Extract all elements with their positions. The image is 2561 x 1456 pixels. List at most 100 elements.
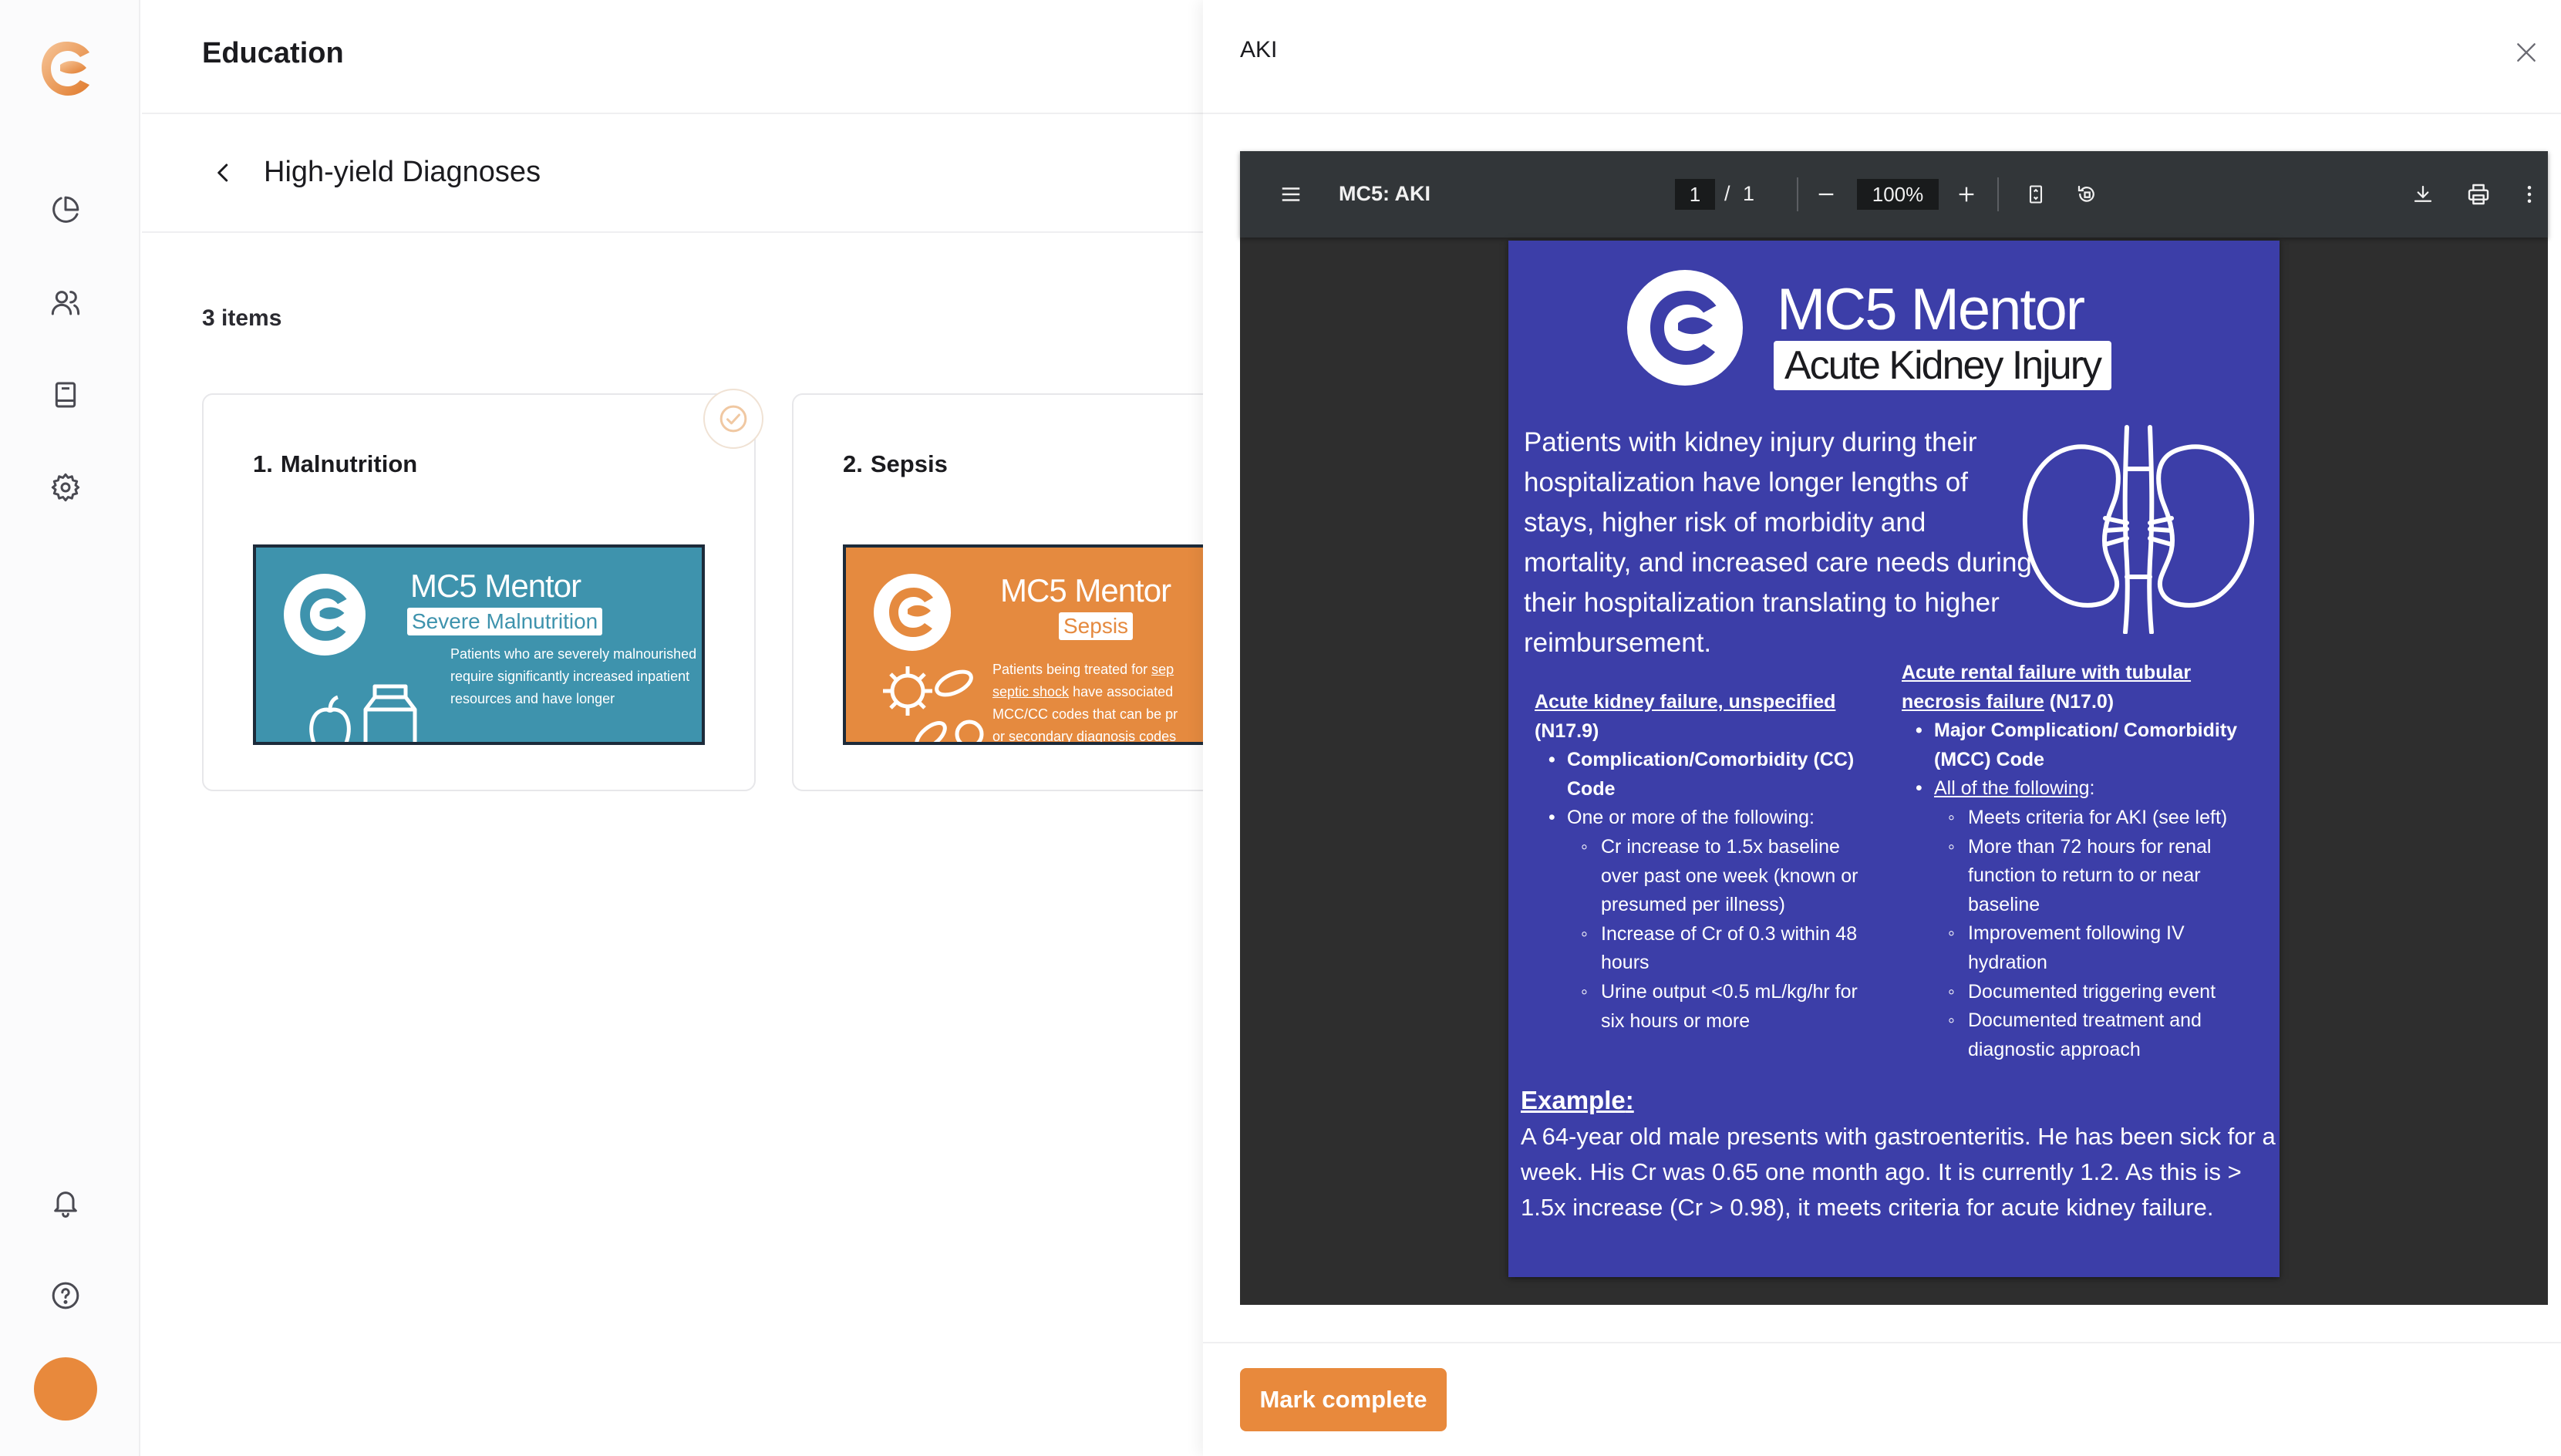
back-button[interactable] <box>205 154 242 191</box>
minus-icon <box>1815 184 1837 205</box>
zoom-in-button[interactable] <box>1945 173 1988 216</box>
download-button[interactable] <box>2401 173 2445 216</box>
download-icon <box>2411 183 2435 206</box>
fit-page-button[interactable] <box>2014 173 2057 216</box>
pie-chart-icon <box>50 194 81 225</box>
zoom-out-button[interactable] <box>1804 173 1848 216</box>
left-sub-3: Urine output <0.5 mL/kg/hr for six hours… <box>1535 978 1866 1036</box>
doc-left-column: Acute kidney failure, unspecified (N17.9… <box>1535 688 1866 1036</box>
thumb-link-1: sep <box>1151 662 1174 677</box>
nav-help[interactable] <box>44 1274 87 1317</box>
mc5-logo-icon <box>874 574 951 651</box>
pdf-toolbar: MC5: AKI / 1 <box>1240 151 2548 238</box>
app-logo[interactable] <box>37 37 96 100</box>
right-bullet-2-link: All of the following <box>1934 777 2090 800</box>
card-title-text: Malnutrition <box>280 450 418 477</box>
course-card-malnutrition[interactable]: 1. Malnutrition MC5 Mentor Severe Malnutr… <box>202 393 756 791</box>
left-heading: Acute kidney failure, unspecified <box>1535 691 1836 713</box>
example-colon: : <box>1625 1086 1634 1114</box>
footer-divider <box>1203 1342 2561 1343</box>
card-thumbnail: MC5 Mentor Severe Malnutrition Patients … <box>253 544 705 745</box>
right-sub-3: Improvement following IV hydration <box>1902 919 2249 977</box>
doc-intro: Patients with kidney injury during their… <box>1524 427 2032 658</box>
card-number: 2. <box>843 450 863 477</box>
section-title: High-yield Diagnoses <box>264 156 541 188</box>
right-sub-1: Meets criteria for AKI (see left) <box>1902 804 2249 833</box>
main-content: Education High-yield Diagnoses 3 items 1… <box>142 0 1346 1456</box>
bacteria-icon <box>883 666 984 742</box>
nav-people[interactable] <box>44 281 87 324</box>
page-title: Education <box>202 37 344 69</box>
rotate-icon <box>2075 183 2098 206</box>
food-icon <box>309 684 417 742</box>
thumb-title: MC5 Mentor <box>1000 572 1171 608</box>
rotate-button[interactable] <box>2065 173 2108 216</box>
section-header: High-yield Diagnoses <box>142 116 1203 233</box>
right-sub-5: Documented treatment and diagnostic appr… <box>1902 1006 2249 1064</box>
card-number: 1. <box>253 450 273 477</box>
plus-icon <box>1956 184 1977 205</box>
right-bullet-1: Major Complication/ Comorbidity (MCC) Co… <box>1902 716 2249 774</box>
close-button[interactable] <box>2509 35 2543 69</box>
user-avatar[interactable] <box>34 1357 97 1421</box>
document-drawer: AKI MC5: AKI / 1 <box>1203 0 2561 1456</box>
doc-example: Example: A 64-year old male presents wit… <box>1521 1083 2276 1225</box>
chevron-left-icon <box>212 161 235 184</box>
page-header: Education <box>142 0 1203 114</box>
thumb-title: MC5 Mentor <box>410 568 581 604</box>
mark-complete-button[interactable]: Mark complete <box>1240 1368 1447 1431</box>
nav-notifications[interactable] <box>44 1181 87 1225</box>
nav-settings[interactable] <box>44 466 87 509</box>
users-icon <box>50 287 81 318</box>
drawer-title: AKI <box>1240 37 1278 62</box>
nav-education[interactable] <box>44 373 87 416</box>
bell-icon <box>50 1188 81 1218</box>
thumb-subtitle: Severe Malnutrition <box>407 608 603 635</box>
example-label: Example <box>1521 1086 1626 1114</box>
hamburger-icon <box>1279 183 1302 206</box>
pdf-page-separator: / <box>1724 182 1730 205</box>
left-sub-1: Cr increase to 1.5x baseline over past o… <box>1535 833 1866 920</box>
left-bullet-1: Complication/Comorbidity (CC) Code <box>1535 746 1866 804</box>
thumb-text-1: Patients being treated for <box>992 662 1148 677</box>
card-title: 2. Sepsis <box>843 450 948 478</box>
completed-check-badge <box>703 389 763 449</box>
card-title: 1. Malnutrition <box>253 450 417 478</box>
thumb-link-2: septic shock <box>992 684 1070 699</box>
pdf-page: MC5 Mentor Acute Kidney Injury Patients … <box>1508 241 2280 1277</box>
pdf-page-total: 1 <box>1743 182 1755 205</box>
left-code: (N17.9) <box>1535 720 1599 742</box>
close-icon <box>2514 40 2539 65</box>
doc-subtitle: Acute Kidney Injury <box>1774 341 2112 390</box>
pdf-page-input[interactable] <box>1675 179 1715 210</box>
printer-icon <box>2466 182 2491 207</box>
nav-rail <box>0 0 140 1456</box>
print-button[interactable] <box>2457 173 2500 216</box>
right-code: (N17.0) <box>2044 690 2115 713</box>
drawer-divider <box>1203 113 2561 114</box>
gear-icon <box>50 472 81 503</box>
fit-page-icon <box>2025 184 2047 205</box>
card-title-text: Sepsis <box>870 450 948 477</box>
book-icon <box>50 379 81 410</box>
toolbar-divider <box>1997 177 1999 211</box>
check-circle-icon <box>718 403 749 434</box>
doc-brand: MC5 Mentor <box>1777 277 2085 342</box>
pdf-document-name: MC5: AKI <box>1339 182 1430 205</box>
right-sub-2: More than 72 hours for renal function to… <box>1902 833 2249 920</box>
left-sub-2: Increase of Cr of 0.3 within 48 hours <box>1535 920 1866 978</box>
nav-dashboard[interactable] <box>44 188 87 231</box>
more-vertical-icon <box>2518 183 2541 206</box>
example-text: A 64-year old male presents with gastroe… <box>1521 1123 2276 1221</box>
more-options-button[interactable] <box>2508 173 2551 216</box>
help-icon <box>50 1280 81 1311</box>
thumb-text-2: have associated <box>1073 684 1174 699</box>
kidney-icon <box>2022 425 2255 634</box>
pdf-menu-button[interactable] <box>1269 173 1313 216</box>
toolbar-divider <box>1797 177 1798 211</box>
thumb-text: Patients who are severely malnourished r… <box>450 646 697 706</box>
zoom-level-input[interactable] <box>1857 179 1939 210</box>
mc5-logo-icon <box>1627 270 1743 386</box>
thumb-subtitle: Sepsis <box>1059 612 1134 640</box>
item-count: 3 items <box>202 305 282 331</box>
